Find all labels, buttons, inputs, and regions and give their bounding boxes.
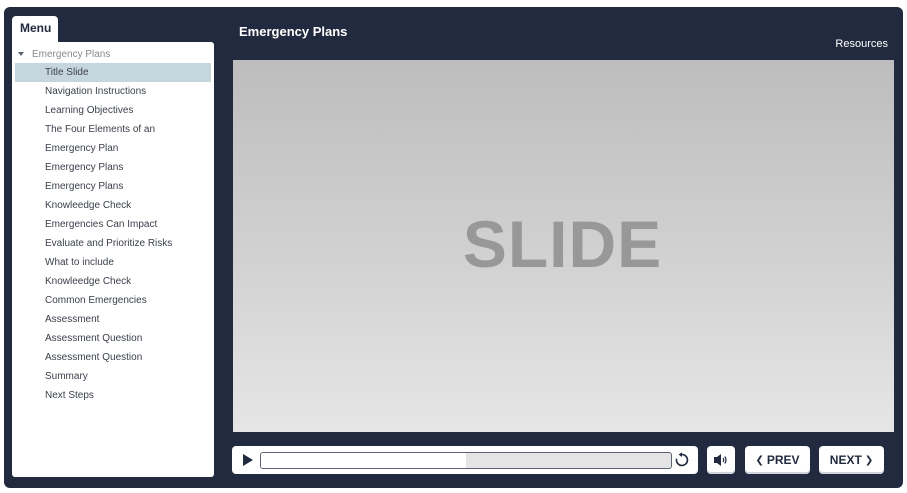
menu-item[interactable]: Learning Objectives [15,101,211,120]
speaker-icon [714,454,727,466]
course-title: Emergency Plans [239,24,348,39]
menu-panel: Emergency Plans Title Slide Navigation In… [12,42,214,477]
menu-list: Title Slide Navigation Instructions Learni… [15,63,211,405]
menu-item[interactable]: What to include [15,253,211,272]
slide-placeholder-text: SLIDE [462,207,663,281]
play-icon[interactable] [243,454,253,466]
menu-item[interactable]: Knowleedge Check [15,196,211,215]
resources-link[interactable]: Resources [835,38,888,50]
replay-icon[interactable] [674,452,690,468]
menu-item[interactable]: Summary [15,367,211,386]
mute-button[interactable] [707,446,735,474]
menu-item[interactable]: Assessment [15,310,211,329]
menu-item[interactable]: Emergency Plan [15,139,211,158]
progress-fill [261,453,466,468]
playback-bar [232,446,698,474]
slide-area: SLIDE [233,60,894,432]
menu-item[interactable]: Next Steps [15,386,211,405]
chevron-right-icon: ❯ [864,454,874,466]
menu-item[interactable]: Emergencies Can Impact [15,215,211,234]
next-label: NEXT [829,453,862,467]
prev-button[interactable]: ❮ PREV [745,446,810,474]
menu-item[interactable]: Assessment Question [15,348,211,367]
menu-root-label: Emergency Plans [32,48,111,60]
menu-item[interactable]: Assessment Question [15,329,211,348]
menu-item[interactable]: The Four Elements of an [15,120,211,139]
menu-item[interactable]: Evaluate and Prioritize Risks [15,234,211,253]
next-button[interactable]: NEXT ❯ [819,446,884,474]
caret-down-icon [18,52,24,56]
menu-item[interactable]: Emergency Plans [15,158,211,177]
prev-label: PREV [766,453,800,467]
menu-tab[interactable]: Menu [12,16,58,43]
menu-root-item[interactable]: Emergency Plans [18,47,110,61]
menu-item[interactable]: Knowleedge Check [15,272,211,291]
menu-item[interactable]: Emergency Plans [15,177,211,196]
menu-item[interactable]: Title Slide [15,63,211,82]
menu-item[interactable]: Navigation Instructions [15,82,211,101]
chevron-left-icon: ❮ [755,454,764,466]
menu-item[interactable]: Common Emergencies [15,291,211,310]
progress-track[interactable] [260,452,672,469]
